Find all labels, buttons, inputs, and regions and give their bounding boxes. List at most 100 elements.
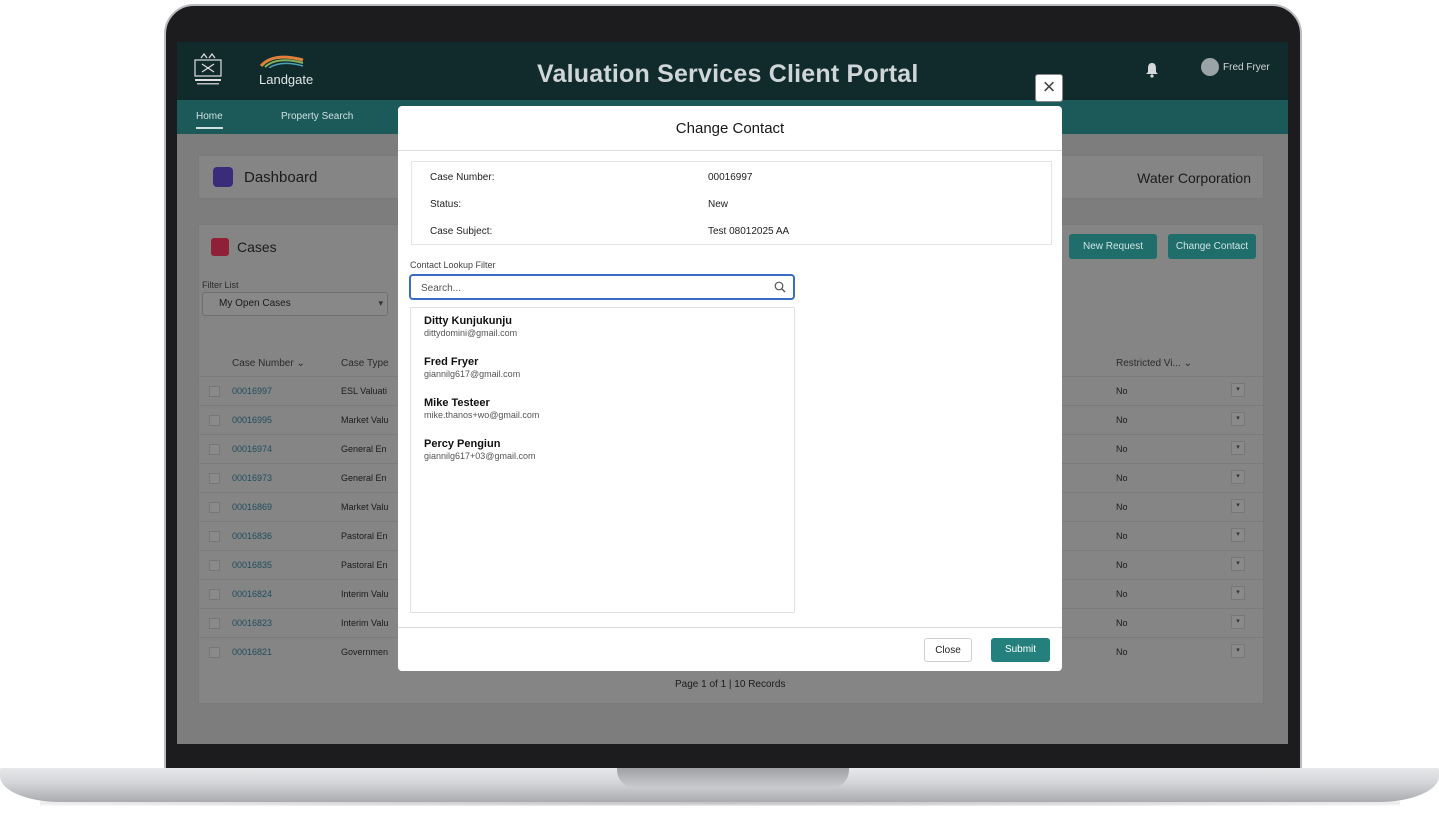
case-number-link[interactable]: 00016974 xyxy=(232,444,272,454)
row-actions-chevron-icon[interactable]: ▾ xyxy=(1231,383,1245,397)
new-request-button[interactable]: New Request xyxy=(1069,234,1157,259)
organization-name: Water Corporation xyxy=(1137,170,1251,186)
screen: Landgate Valuation Services Client Porta… xyxy=(177,42,1288,744)
close-icon[interactable]: × xyxy=(1035,74,1063,102)
search-icon xyxy=(774,281,786,293)
case-number-link[interactable]: 00016823 xyxy=(232,618,272,628)
case-number-label: Case Number: xyxy=(430,172,495,183)
restricted-cell: No xyxy=(1116,618,1128,628)
row-checkbox[interactable] xyxy=(209,618,220,629)
case-type-cell: Interim Valu xyxy=(341,589,389,599)
row-actions-chevron-icon[interactable]: ▾ xyxy=(1231,615,1245,629)
row-actions-chevron-icon[interactable]: ▾ xyxy=(1231,470,1245,484)
row-checkbox[interactable] xyxy=(209,386,220,397)
restricted-cell: No xyxy=(1116,560,1128,570)
dashboard-icon xyxy=(213,167,233,187)
brand-name: Landgate xyxy=(259,72,314,87)
crest-logo-icon xyxy=(194,53,222,85)
row-checkbox[interactable] xyxy=(209,531,220,542)
row-actions-chevron-icon[interactable]: ▾ xyxy=(1231,557,1245,571)
restricted-cell: No xyxy=(1116,647,1128,657)
restricted-cell: No xyxy=(1116,386,1128,396)
case-number-link[interactable]: 00016869 xyxy=(232,502,272,512)
contact-search-input[interactable] xyxy=(421,280,761,296)
case-number-link[interactable]: 00016835 xyxy=(232,560,272,570)
cases-title: Cases xyxy=(237,239,277,255)
row-checkbox[interactable] xyxy=(209,560,220,571)
contact-lookup-label: Contact Lookup Filter xyxy=(410,260,496,270)
restricted-cell: No xyxy=(1116,415,1128,425)
case-number-link[interactable]: 00016995 xyxy=(232,415,272,425)
cases-icon xyxy=(211,238,229,256)
contact-email: giannilg617@gmail.com xyxy=(424,369,521,379)
restricted-cell: No xyxy=(1116,473,1128,483)
case-number-link[interactable]: 00016973 xyxy=(232,473,272,483)
change-contact-button[interactable]: Change Contact xyxy=(1168,234,1256,259)
case-number-link[interactable]: 00016821 xyxy=(232,647,272,657)
row-actions-chevron-icon[interactable]: ▾ xyxy=(1231,644,1245,658)
case-number-link[interactable]: 00016836 xyxy=(232,531,272,541)
case-number-value: 00016997 xyxy=(708,172,753,183)
case-subject-value: Test 08012025 AA xyxy=(708,226,790,237)
status-value: New xyxy=(708,199,729,210)
case-type-cell: General En xyxy=(341,473,387,483)
column-header-label: Case Number xyxy=(232,358,294,369)
contact-name: Ditty Kunjukunju xyxy=(424,315,512,327)
contact-email: giannilg617+03@gmail.com xyxy=(424,451,536,461)
column-header-case-type[interactable]: Case Type xyxy=(341,358,389,369)
column-header-restricted[interactable]: Restricted Vi... ⌄ xyxy=(1116,358,1192,369)
contact-name: Fred Fryer xyxy=(424,356,479,368)
contact-result-item[interactable]: Fred Fryer giannilg617@gmail.com xyxy=(424,356,784,388)
case-number-link[interactable]: 00016824 xyxy=(232,589,272,599)
case-type-cell: General En xyxy=(341,444,387,454)
column-header-label: Restricted Vi... xyxy=(1116,358,1181,369)
contact-email: dittydomini@gmail.com xyxy=(424,328,518,338)
pagination-text: Page 1 of 1 | 10 Records xyxy=(675,679,786,690)
row-checkbox[interactable] xyxy=(209,473,220,484)
portal-title: Valuation Services Client Portal xyxy=(537,60,919,88)
filter-label: Filter List xyxy=(202,280,239,290)
case-type-cell: Market Valu xyxy=(341,502,389,512)
row-checkbox[interactable] xyxy=(209,589,220,600)
row-checkbox[interactable] xyxy=(209,647,220,658)
contact-name: Percy Pengiun xyxy=(424,438,501,450)
case-info-panel: Case Number: 00016997 Status: New Case S… xyxy=(411,161,1052,245)
contact-result-item[interactable]: Percy Pengiun giannilg617+03@gmail.com xyxy=(424,438,784,470)
change-contact-modal: Change Contact Case Number: 00016997 Sta… xyxy=(398,106,1062,671)
row-actions-chevron-icon[interactable]: ▾ xyxy=(1231,586,1245,600)
row-actions-chevron-icon[interactable]: ▾ xyxy=(1231,528,1245,542)
case-number-link[interactable]: 00016997 xyxy=(232,386,272,396)
status-label: Status: xyxy=(430,199,462,210)
nav-home[interactable]: Home xyxy=(196,111,223,129)
submit-button[interactable]: Submit xyxy=(991,638,1050,662)
landgate-logo-icon xyxy=(259,55,304,68)
case-type-cell: Pastoral En xyxy=(341,560,388,570)
contact-search-box[interactable] xyxy=(409,274,795,300)
dashboard-title: Dashboard xyxy=(244,169,318,186)
bell-icon[interactable] xyxy=(1145,62,1159,78)
contact-results-list: Ditty Kunjukunju dittydomini@gmail.com Fre… xyxy=(410,307,795,613)
avatar[interactable] xyxy=(1201,58,1219,76)
contact-email: mike.thanos+wo@gmail.com xyxy=(424,410,540,420)
chevron-down-icon: ⌄ xyxy=(1183,358,1193,369)
row-checkbox[interactable] xyxy=(209,415,220,426)
contact-name: Mike Testeer xyxy=(424,397,490,409)
row-actions-chevron-icon[interactable]: ▾ xyxy=(1231,499,1245,513)
restricted-cell: No xyxy=(1116,589,1128,599)
restricted-cell: No xyxy=(1116,502,1128,512)
modal-footer: Close Submit xyxy=(398,627,1062,671)
row-checkbox[interactable] xyxy=(209,444,220,455)
nav-property-search[interactable]: Property Search xyxy=(281,111,353,122)
filter-select[interactable]: My Open Cases ▾ xyxy=(202,292,388,316)
contact-result-item[interactable]: Ditty Kunjukunju dittydomini@gmail.com xyxy=(424,315,784,347)
laptop-notch xyxy=(617,768,849,788)
close-button[interactable]: Close xyxy=(924,638,972,662)
column-header-case-number[interactable]: Case Number ⌄ xyxy=(232,358,305,369)
row-actions-chevron-icon[interactable]: ▾ xyxy=(1231,412,1245,426)
case-subject-label: Case Subject: xyxy=(430,226,493,237)
user-name[interactable]: Fred Fryer xyxy=(1223,62,1270,73)
row-checkbox[interactable] xyxy=(209,502,220,513)
contact-result-item[interactable]: Mike Testeer mike.thanos+wo@gmail.com xyxy=(424,397,784,429)
row-actions-chevron-icon[interactable]: ▾ xyxy=(1231,441,1245,455)
app-header: Landgate Valuation Services Client Porta… xyxy=(177,42,1288,100)
